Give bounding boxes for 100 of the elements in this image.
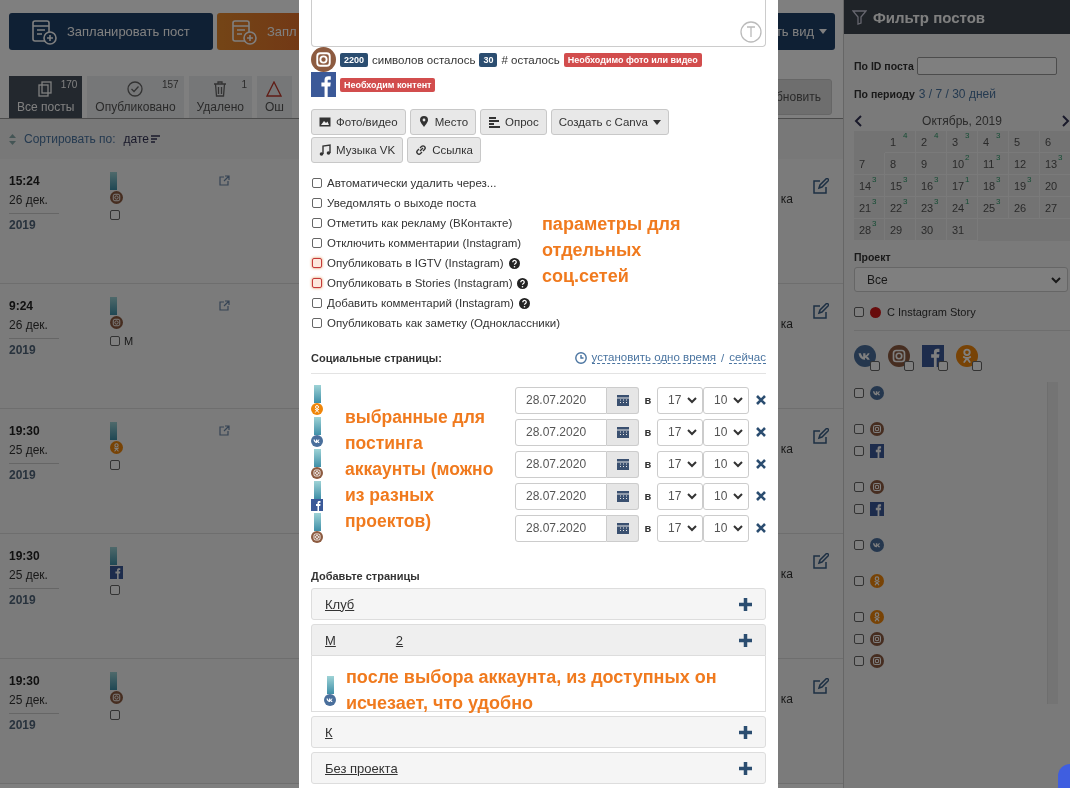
minute-select[interactable]: 10 — [703, 514, 749, 542]
checkbox[interactable] — [854, 540, 864, 550]
minute-select[interactable]: 10 — [703, 450, 749, 478]
checkbox[interactable] — [854, 656, 864, 666]
calendar-day[interactable]: 14$^{3}$ — [854, 175, 885, 197]
now-link[interactable]: сейчас — [729, 351, 766, 364]
next-icon[interactable] — [1062, 115, 1070, 127]
minute-select[interactable]: 10 — [703, 418, 749, 446]
hour-select[interactable]: 17 — [657, 418, 703, 446]
checkbox[interactable] — [312, 298, 322, 308]
project-header[interactable]: К — [311, 716, 766, 748]
checkbox[interactable] — [870, 361, 880, 371]
calendar-day[interactable]: 8 — [885, 153, 916, 175]
calendar-day[interactable]: 22$^{3}$ — [885, 197, 916, 219]
close-icon[interactable] — [756, 523, 766, 533]
plus-icon[interactable] — [739, 725, 752, 739]
hour-select[interactable]: 17 — [657, 450, 703, 478]
checkbox[interactable] — [854, 482, 864, 492]
checkbox[interactable] — [854, 424, 864, 434]
project-header[interactable]: Клуб — [311, 588, 766, 620]
canva-button[interactable]: Создать с Canva — [550, 109, 669, 135]
project-header[interactable]: Без проекта — [311, 752, 766, 784]
checkbox[interactable] — [904, 361, 914, 371]
calendar-day[interactable]: 18$^{3}$ — [978, 175, 1009, 197]
checkbox[interactable] — [854, 446, 864, 456]
text-format-icon[interactable] — [740, 21, 762, 43]
project-name[interactable]: К — [325, 724, 333, 740]
calendar-day[interactable]: 31 — [947, 219, 978, 241]
calendar-day[interactable]: 16$^{3}$ — [916, 175, 947, 197]
post-id-field[interactable] — [916, 57, 1057, 75]
checkbox[interactable] — [110, 710, 120, 720]
checkbox[interactable] — [110, 460, 120, 470]
external-link-icon[interactable] — [219, 300, 230, 311]
close-icon[interactable] — [756, 395, 766, 405]
date-field[interactable]: 28.07.2020 — [515, 418, 607, 446]
close-icon[interactable] — [756, 459, 766, 469]
checkbox[interactable] — [312, 218, 322, 228]
calendar-day[interactable]: 15$^{3}$ — [885, 175, 916, 197]
project-name[interactable]: Клуб — [325, 596, 355, 612]
calendar-day[interactable]: 19$^{3}$ — [1009, 175, 1040, 197]
checkbox[interactable] — [854, 504, 864, 514]
attach-button[interactable]: Ссылка — [407, 137, 481, 163]
edit-icon[interactable] — [813, 553, 829, 569]
tab[interactable]: Все посты 170 — [9, 76, 83, 118]
calendar-day[interactable]: 30 — [916, 219, 947, 241]
help-icon[interactable] — [517, 277, 529, 289]
help-icon[interactable] — [508, 257, 520, 269]
minute-select[interactable]: 10 — [703, 386, 749, 414]
checkbox[interactable] — [312, 318, 322, 328]
calendar-day[interactable]: 28$^{3}$ — [854, 219, 885, 241]
checkbox[interactable] — [854, 634, 864, 644]
calendar-button[interactable] — [607, 418, 639, 446]
plus-icon[interactable] — [739, 597, 752, 611]
calendar-day[interactable]: 25$^{3}$ — [978, 197, 1009, 219]
calendar-day[interactable]: 26 — [1009, 197, 1040, 219]
calendar-day[interactable]: 10$^{2}$ — [947, 153, 978, 175]
attach-button[interactable]: Место — [409, 109, 477, 135]
calendar-day[interactable]: 23$^{3}$ — [916, 197, 947, 219]
project-name[interactable]: 2 — [395, 632, 404, 648]
period-links[interactable]: 3 / 7 / 30 дней — [918, 87, 996, 101]
calendar-day[interactable]: 24$^{1}$ — [947, 197, 978, 219]
plus-icon[interactable] — [739, 633, 752, 647]
checkbox[interactable] — [854, 388, 864, 398]
checkbox[interactable] — [110, 336, 120, 346]
calendar-day[interactable]: 5 — [1009, 131, 1040, 153]
calendar-button[interactable] — [607, 514, 639, 542]
checkbox[interactable] — [312, 198, 322, 208]
calendar-day[interactable]: 11$^{3}$ — [978, 153, 1009, 175]
checkbox[interactable] — [854, 576, 864, 586]
close-icon[interactable] — [756, 491, 766, 501]
attach-button[interactable]: Фото/видео — [311, 109, 406, 135]
external-link-icon[interactable] — [219, 425, 230, 436]
calendar-day[interactable]: 3 $^{3}$ — [947, 131, 978, 153]
set-time-link[interactable]: установить одно время — [591, 351, 717, 364]
calendar-day[interactable]: 20 — [1040, 175, 1070, 197]
edit-icon[interactable] — [813, 428, 829, 444]
calendar-button[interactable] — [607, 450, 639, 478]
close-icon[interactable] — [756, 427, 766, 437]
calendar-day[interactable]: 2 $^{4}$ — [916, 131, 947, 153]
calendar-day[interactable]: 27 — [1040, 197, 1070, 219]
sort-value[interactable]: дате — [123, 132, 160, 146]
edit-icon[interactable] — [813, 178, 829, 194]
calendar-day[interactable]: 6 — [1040, 131, 1070, 153]
checkbox[interactable] — [972, 361, 982, 371]
calendar-day[interactable]: 29 — [885, 219, 916, 241]
calendar-day[interactable]: 13$^{3}$ — [1040, 153, 1070, 175]
date-field[interactable]: 28.07.2020 — [515, 514, 607, 542]
date-field[interactable]: 28.07.2020 — [515, 386, 607, 414]
calendar-day[interactable]: 7 — [854, 153, 885, 175]
checkbox[interactable] — [110, 585, 120, 595]
tab[interactable]: Ош — [256, 76, 292, 118]
project-name[interactable]: Без проекта — [325, 760, 398, 776]
external-link-icon[interactable] — [219, 175, 230, 186]
calendar-day[interactable]: 17$^{1}$ — [947, 175, 978, 197]
minute-select[interactable]: 10 — [703, 482, 749, 510]
calendar-day[interactable]: 9 — [916, 153, 947, 175]
calendar-day[interactable]: 12 — [1009, 153, 1040, 175]
hour-select[interactable]: 17 — [657, 514, 703, 542]
edit-icon[interactable] — [813, 678, 829, 694]
hour-select[interactable]: 17 — [657, 386, 703, 414]
